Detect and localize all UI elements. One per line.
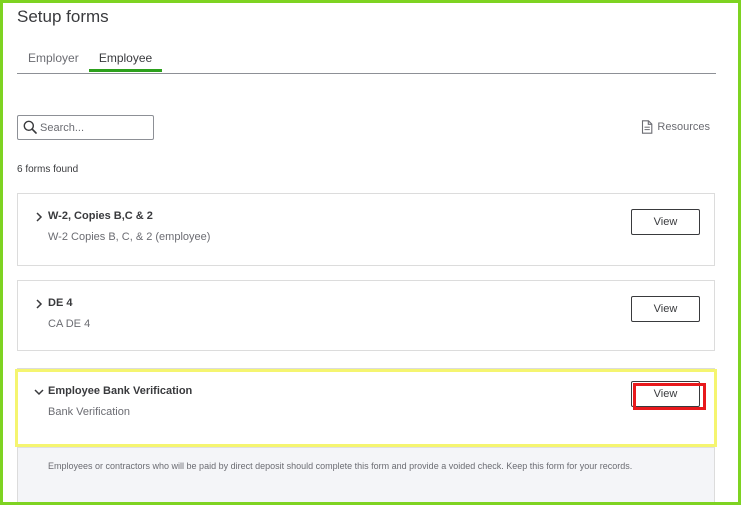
form-card-bank-verification: Employee Bank Verification Bank Verifica… — [17, 368, 715, 502]
form-description: Employees or contractors who will be pai… — [48, 461, 633, 471]
resources-label: Resources — [657, 121, 710, 133]
form-title[interactable]: W-2, Copies B,C & 2 — [48, 210, 153, 222]
tab-employee[interactable]: Employee — [89, 51, 162, 72]
resources-link[interactable]: Resources — [641, 120, 710, 134]
chevron-right-icon[interactable] — [34, 212, 44, 222]
form-details: Employees or contractors who will be pai… — [18, 447, 714, 502]
tab-bar: Employer Employee — [17, 47, 716, 74]
tab-employer[interactable]: Employer — [28, 51, 79, 72]
search-icon — [23, 120, 37, 134]
view-button[interactable]: View — [631, 296, 700, 322]
results-count: 6 forms found — [17, 164, 79, 175]
form-subtitle: CA DE 4 — [48, 318, 91, 330]
form-card-de4: DE 4 CA DE 4 View — [17, 280, 715, 351]
form-card-w2: W-2, Copies B,C & 2 W-2 Copies B, C, & 2… — [17, 193, 715, 266]
form-subtitle: W-2 Copies B, C, & 2 (employee) — [48, 231, 211, 243]
search-box[interactable] — [17, 115, 154, 140]
form-title[interactable]: DE 4 — [48, 297, 72, 309]
view-button[interactable]: View — [631, 209, 700, 235]
form-subtitle: Bank Verification — [48, 406, 130, 418]
setup-forms-panel: Setup forms Employer Employee Resources … — [0, 0, 741, 505]
document-icon — [642, 120, 653, 134]
view-button[interactable]: View — [631, 381, 700, 407]
page-title: Setup forms — [17, 7, 109, 26]
chevron-right-icon[interactable] — [34, 299, 44, 309]
search-input[interactable] — [40, 118, 150, 137]
chevron-down-icon[interactable] — [34, 387, 44, 397]
form-title[interactable]: Employee Bank Verification — [48, 385, 192, 397]
